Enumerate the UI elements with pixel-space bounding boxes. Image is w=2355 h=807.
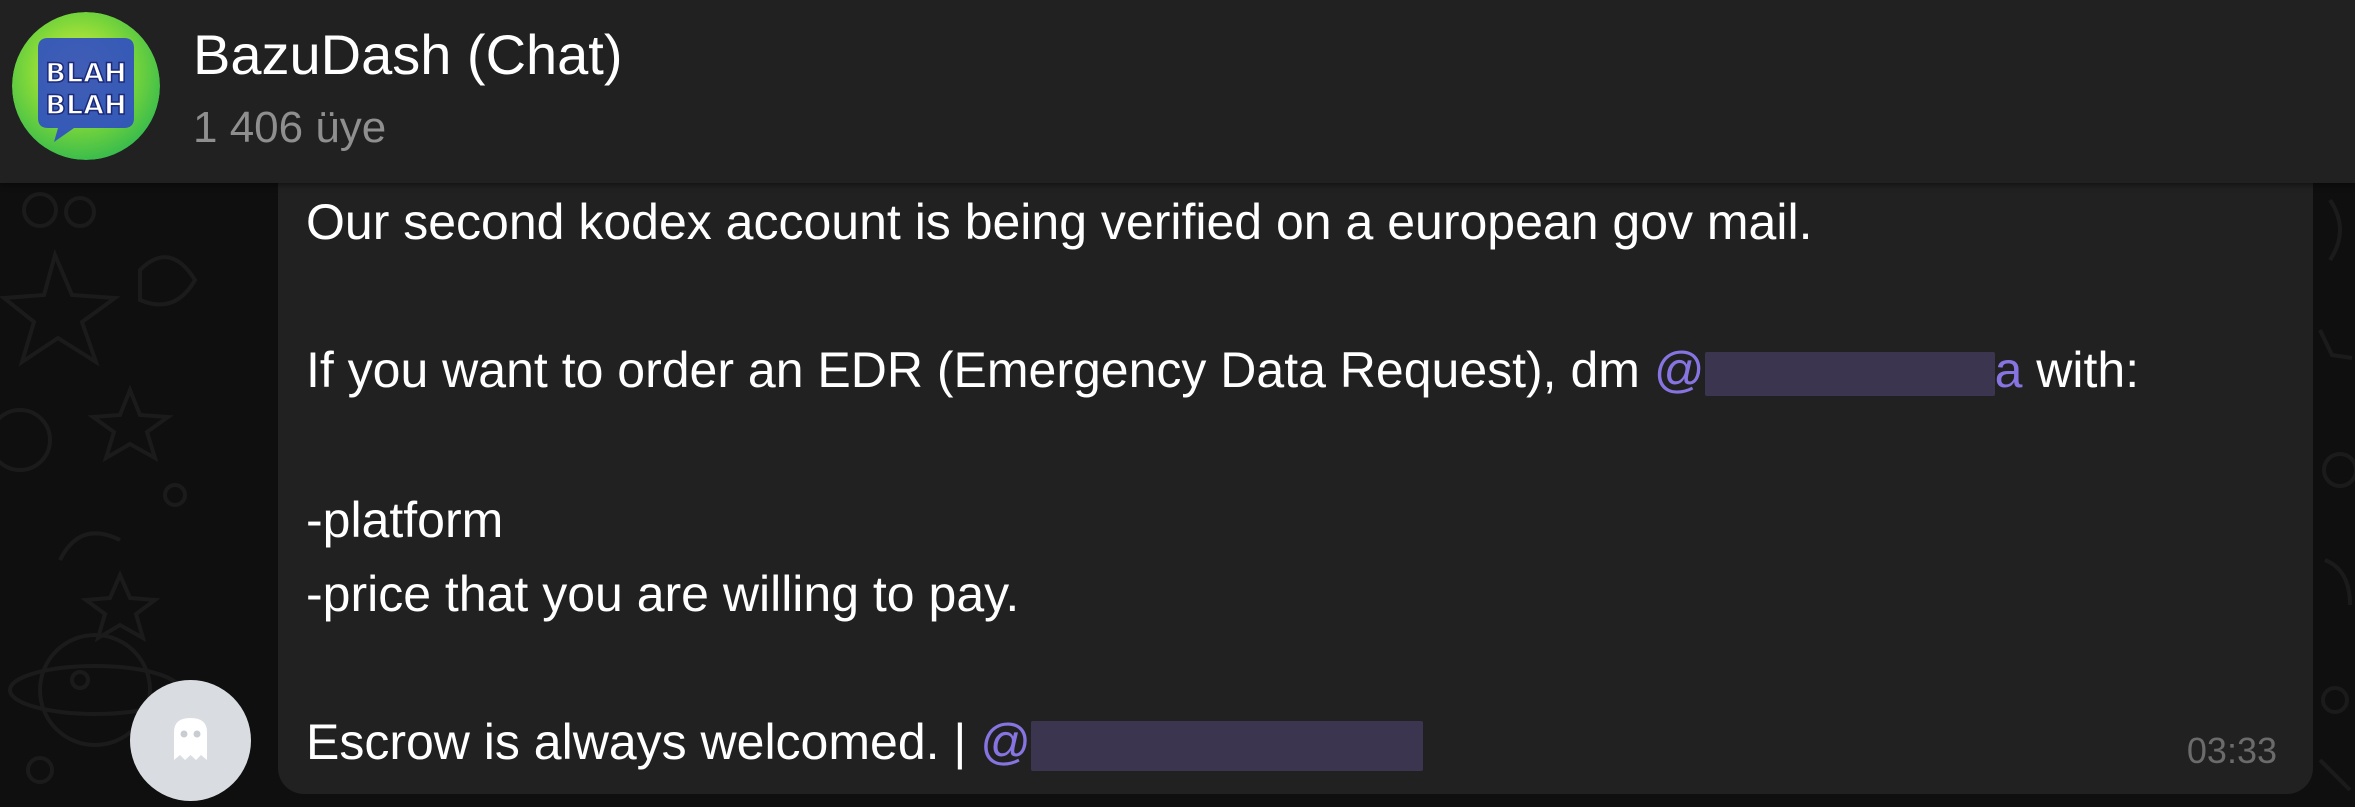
member-count: 1 406 üye	[193, 103, 387, 152]
message-line-5-text: Escrow is always welcomed. |	[306, 714, 981, 770]
mention-link-1[interactable]: @ a	[1654, 342, 2023, 398]
message-line-1: Our second kodex account is being verifi…	[306, 194, 1813, 250]
message-line-2-end: with:	[2022, 342, 2140, 398]
message-line-2-text: If you want to order an EDR (Emergency D…	[306, 342, 1654, 398]
redacted-username	[1704, 351, 1995, 396]
mention-link-2[interactable]: @	[980, 714, 1424, 771]
blah-blah-speech-bubble-icon: BLAH BLAH	[12, 12, 160, 160]
message-timestamp: 03:33	[2186, 730, 2277, 771]
ghost-icon	[174, 718, 207, 760]
chat-header[interactable]: BLAH BLAH BazuDash (Chat) 1 406 üye	[0, 0, 2355, 183]
sender-avatar[interactable]	[130, 680, 251, 801]
message-line-4: -price that you are willing to pay.	[306, 566, 1020, 622]
chat-title[interactable]: BazuDash (Chat)	[193, 22, 623, 87]
mention-tail: a	[1994, 342, 2023, 398]
message-line-3: -platform	[306, 492, 504, 548]
redacted-username	[1031, 720, 1424, 771]
group-avatar[interactable]: BLAH BLAH	[12, 12, 160, 160]
message-line-5: Escrow is always welcomed. | @	[306, 712, 1424, 772]
chat-window: BLAH BLAH BazuDash (Chat) 1 406 üye Our …	[0, 0, 2355, 807]
svg-text:BLAH: BLAH	[45, 58, 126, 89]
svg-text:BLAH: BLAH	[45, 90, 126, 121]
mention-at-sign: @	[980, 714, 1032, 770]
mention-at-sign: @	[1653, 342, 1705, 398]
message-bubble[interactable]: Our second kodex account is being verifi…	[278, 150, 2313, 794]
message-line-2: If you want to order an EDR (Emergency D…	[306, 340, 2139, 400]
